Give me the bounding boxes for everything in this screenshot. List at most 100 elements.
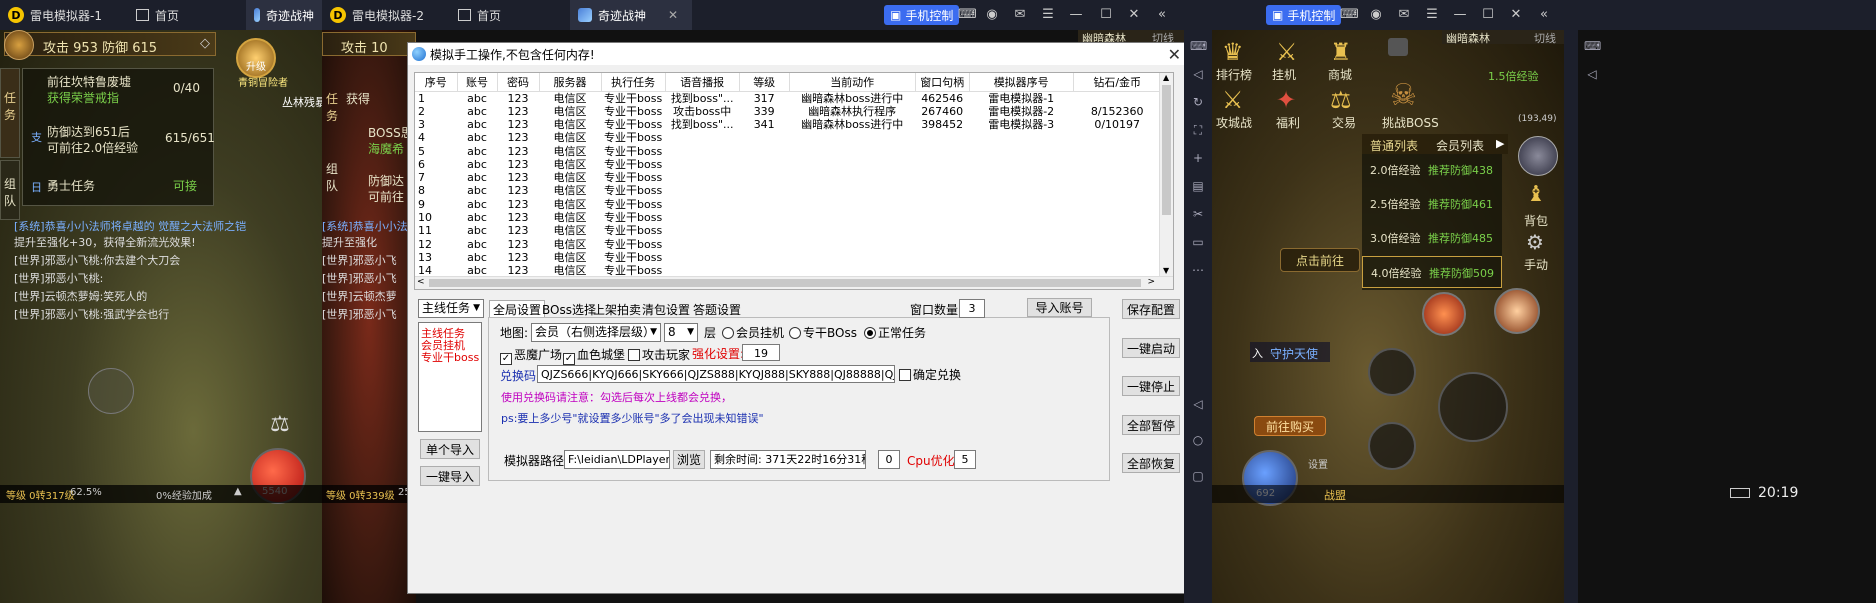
scroll-down-icon[interactable]: ▼ — [1163, 266, 1169, 275]
table-row[interactable]: 8 abc 123 电信区 专业干boss — [415, 184, 1161, 197]
scales-icon[interactable]: ⚖ — [270, 412, 290, 437]
tab-auction[interactable]: 上架拍卖 — [589, 300, 645, 317]
close-dialog-icon[interactable]: ✕ — [1168, 45, 1181, 64]
column-header[interactable]: 模拟器序号 — [969, 73, 1074, 92]
stop-all-button[interactable]: 一键停止 — [1122, 376, 1180, 396]
tab-normal-list[interactable]: 普通列表 — [1370, 137, 1418, 154]
map-combo[interactable]: 会员（右侧选择层级） ▼ — [531, 323, 661, 342]
mode-vip-radio[interactable]: 会员挂机 — [722, 324, 784, 341]
more-icon[interactable]: ⋯ — [1190, 262, 1206, 278]
click-goto-button[interactable]: 点击前往 — [1280, 248, 1360, 272]
column-header[interactable]: 等级 — [739, 73, 790, 92]
hscroll-thumb[interactable] — [429, 279, 1141, 287]
account-icon[interactable]: ◉ — [1368, 7, 1384, 23]
close-window-icon[interactable]: ✕ — [1508, 7, 1524, 23]
table-row[interactable]: 3 abc 123 电信区 专业干boss 找到boss"... 341 幽暗森林boss进行… — [415, 118, 1161, 131]
maximize-icon[interactable]: ☐ — [1480, 7, 1496, 23]
task-combo[interactable]: 主线任务 ▼ — [418, 299, 484, 318]
team-side-tab[interactable]: 组队 — [0, 160, 20, 220]
boss-list-item[interactable]: 3.0倍经验 推荐防御485 — [1362, 222, 1502, 254]
phone-control-button-right[interactable]: ▣ 手机控制 — [1266, 5, 1342, 25]
mail-icon[interactable]: ✉ — [1012, 7, 1028, 23]
collapse-sidebar-icon[interactable]: « — [1154, 7, 1170, 23]
table-row[interactable]: 6 abc 123 电信区 专业干boss — [415, 158, 1161, 171]
menu-icon[interactable]: ☰ — [1424, 7, 1440, 23]
rotate-icon[interactable]: ↻ — [1190, 94, 1206, 110]
horizontal-scrollbar[interactable]: < > — [415, 276, 1173, 289]
task-list-item[interactable]: 专业干boss — [421, 349, 479, 365]
maximize-icon[interactable]: ☐ — [1098, 7, 1114, 23]
minimize-icon[interactable]: — — [1452, 7, 1468, 23]
table-row[interactable]: 5 abc 123 电信区 专业干boss — [415, 144, 1161, 158]
emulator2-home-tab[interactable]: 首页 — [450, 0, 570, 30]
keyboard-icon[interactable]: ⌨ — [1190, 38, 1207, 54]
floor-combo[interactable]: 8 ▼ — [664, 323, 698, 342]
apk-icon[interactable]: ▤ — [1190, 178, 1206, 194]
tab-global-settings[interactable]: 全局设置 — [489, 300, 546, 317]
strengthen-input[interactable]: 19 — [742, 344, 780, 361]
cpu-input[interactable]: 5 — [954, 450, 976, 469]
tab-vip-list[interactable]: 会员列表 — [1436, 137, 1484, 154]
mail-icon[interactable]: ✉ — [1396, 7, 1412, 23]
table-row[interactable]: 10 abc 123 电信区 专业干boss — [415, 211, 1161, 224]
game-view-2[interactable]: 攻击 10 任务 获得 BOSS思 海魔希 组队 防御达 可前往 [系统]恭喜小… — [322, 30, 416, 603]
menu-icon[interactable]: ☰ — [1040, 7, 1056, 23]
window-count-input[interactable]: 3 — [959, 299, 985, 318]
column-header[interactable]: 钻石/金币 — [1073, 73, 1162, 92]
table-row[interactable]: 11 abc 123 电信区 专业干boss — [415, 224, 1161, 237]
emulator1-game-tab[interactable]: 奇迹战神 — [246, 0, 322, 30]
switch-line[interactable]: 切线 — [1534, 30, 1556, 46]
collapse-sidebar-icon[interactable]: « — [1536, 7, 1552, 23]
backpack-icon[interactable]: ♝ — [1526, 182, 1546, 207]
pause-all-button[interactable]: 全部暂停 — [1122, 415, 1180, 435]
table-row[interactable]: 1 abc 123 电信区 专业干boss 找到boss"... 317 幽暗森林boss进行… — [415, 91, 1161, 105]
add-icon[interactable]: + — [1190, 150, 1206, 166]
emulator1-home-tab[interactable]: 首页 — [128, 0, 240, 30]
skill-button[interactable] — [1368, 422, 1416, 470]
mode-normal-radio[interactable]: 正常任务 — [864, 324, 926, 341]
gear-icon[interactable]: ⚙ — [1526, 230, 1544, 254]
arrow-up-icon[interactable]: ▲ — [234, 486, 242, 497]
goto-buy-button[interactable]: 前往购买 — [1254, 416, 1326, 436]
table-row[interactable]: 7 abc 123 电信区 专业干boss — [415, 171, 1161, 184]
column-header[interactable]: 密码 — [497, 73, 540, 92]
attack-button[interactable] — [1438, 372, 1508, 442]
skill-button[interactable] — [1494, 288, 1540, 334]
joystick[interactable] — [88, 368, 134, 414]
column-header[interactable]: 服务器 — [539, 73, 602, 92]
battle-label[interactable]: 战盟 — [1324, 487, 1346, 503]
auto-battle-icon[interactable]: ⚔ — [1276, 38, 1298, 66]
emulator2-game-tab[interactable]: 奇迹战神 ✕ — [570, 0, 692, 30]
scroll-right-icon[interactable]: > — [1147, 277, 1155, 287]
gamepad-icon[interactable]: ⌨ — [1340, 7, 1359, 23]
import-accounts-button[interactable]: 导入账号 — [1027, 298, 1092, 317]
settings-icon[interactable] — [1388, 38, 1408, 56]
keyboard-icon[interactable]: ⌨ — [1584, 38, 1601, 54]
game-view-3[interactable]: 幽暗森林 切线 (193,49) ♛ 排行榜 ⚔ 挂机 ♜ 商城 ⚔ 攻城战 ✦… — [1212, 30, 1564, 603]
siege-icon[interactable]: ⚔ — [1222, 86, 1244, 114]
boss-list-item[interactable]: 2.5倍经验 推荐防御461 — [1362, 188, 1502, 220]
table-row[interactable]: 9 abc 123 电信区 专业干boss — [415, 198, 1161, 211]
avatar[interactable] — [4, 30, 34, 60]
save-config-button[interactable]: 保存配置 — [1122, 299, 1180, 319]
scroll-thumb[interactable] — [1162, 85, 1171, 215]
emulator2-app-tab[interactable]: D 雷电模拟器-2 — [322, 0, 450, 30]
browse-button[interactable]: 浏览 — [673, 450, 705, 469]
emulator-path-input[interactable]: F:\leidian\LDPlayer9\ — [564, 450, 670, 469]
attack-player-checkbox[interactable]: 攻击玩家 — [628, 346, 690, 363]
redeem-code-input[interactable]: QJZS666|KYQJ666|SKY666|QJZS888|KYQJ888|S… — [537, 365, 895, 383]
import-single-button[interactable]: 单个导入 — [420, 439, 480, 459]
volume-icon[interactable]: ◁ — [1190, 66, 1206, 82]
scroll-up-icon[interactable]: ▲ — [1163, 73, 1169, 82]
trophy-icon[interactable]: ♛ — [1222, 38, 1244, 66]
quest-side-tab[interactable]: 任务 — [0, 68, 20, 158]
fullscreen-icon[interactable]: ⛶ — [1190, 122, 1206, 138]
column-header[interactable]: 窗口句柄 — [915, 73, 970, 92]
scroll-left-icon[interactable]: < — [417, 277, 425, 287]
folder-icon[interactable]: ▭ — [1190, 234, 1206, 250]
boss-list-item-selected[interactable]: 4.0倍经验 推荐防御509 — [1362, 256, 1502, 288]
table-row[interactable]: 13 abc 123 电信区 专业干boss — [415, 251, 1161, 264]
home-circle-icon[interactable]: ○ — [1190, 432, 1206, 448]
settings-label[interactable]: 设置 — [1308, 456, 1328, 471]
start-all-button[interactable]: 一键启动 — [1122, 338, 1180, 358]
